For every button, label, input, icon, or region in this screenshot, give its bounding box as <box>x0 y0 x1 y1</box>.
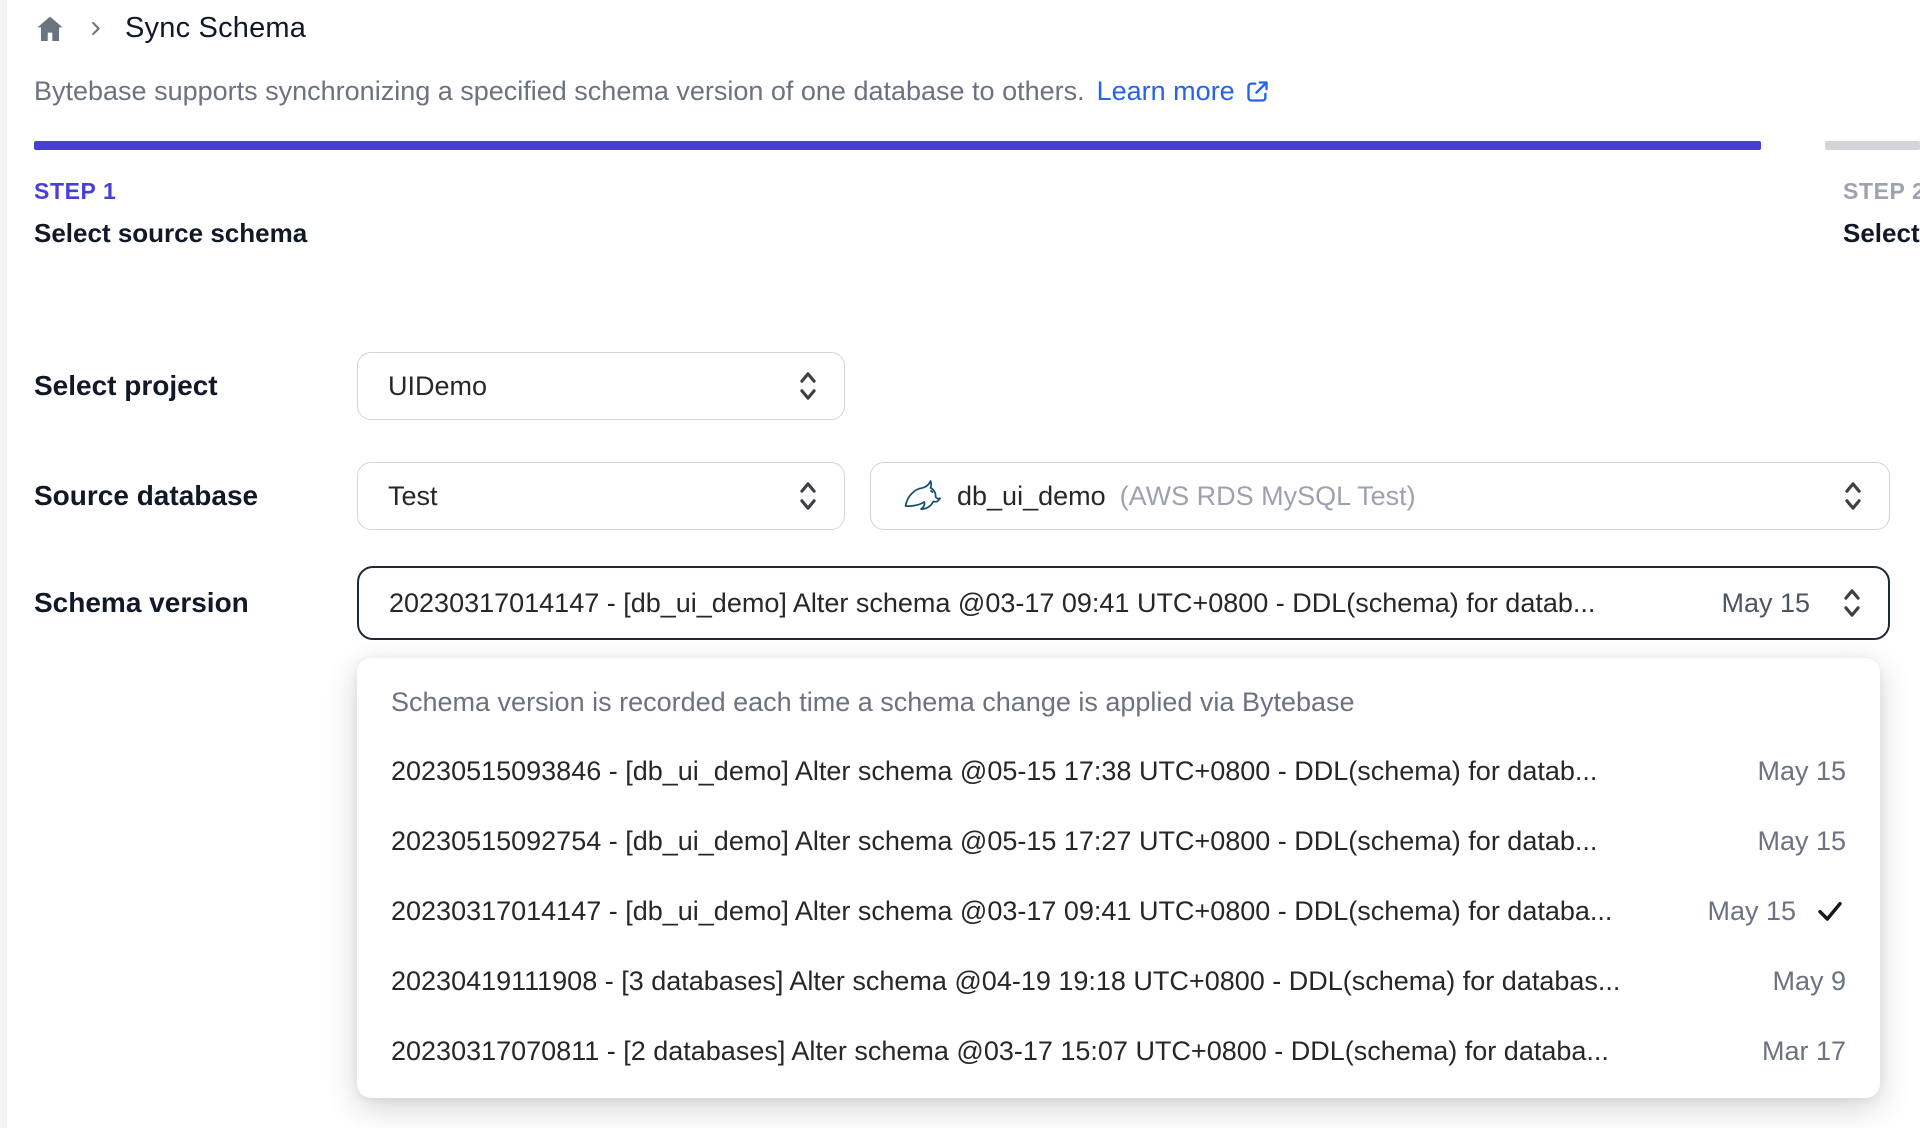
schema-version-option[interactable]: 20230317014147 - [db_ui_demo] Alter sche… <box>357 876 1880 946</box>
learn-more-label: Learn more <box>1096 76 1235 106</box>
step2-title: Select t <box>1843 218 1920 248</box>
learn-more-link[interactable]: Learn more <box>1097 76 1271 107</box>
chevron-up-down-icon <box>1838 479 1868 513</box>
home-icon[interactable] <box>34 13 66 45</box>
step1-progress-bar <box>34 141 1761 150</box>
schema-version-option[interactable]: 20230515092754 - [db_ui_demo] Alter sche… <box>357 806 1880 876</box>
option-text: 20230419111908 - [3 databases] Alter sch… <box>391 965 1621 996</box>
chevron-right-icon <box>86 19 105 38</box>
step2-progress-bar <box>1825 141 1920 150</box>
project-select-value: UIDemo <box>388 370 488 401</box>
environment-select-value: Test <box>388 480 438 511</box>
option-date: May 15 <box>1757 825 1846 856</box>
chevron-up-down-icon <box>793 369 823 403</box>
option-date: May 15 <box>1707 895 1796 926</box>
breadcrumb: Sync Schema <box>34 12 306 45</box>
check-icon <box>1814 895 1846 927</box>
content-left-edge <box>0 0 7 1128</box>
schema-version-dropdown: Schema version is recorded each time a s… <box>357 658 1880 1098</box>
chevron-up-down-icon <box>793 479 823 513</box>
schema-version-select[interactable]: 20230317014147 - [db_ui_demo] Alter sche… <box>357 566 1890 640</box>
select-project-row: Select project UIDemo <box>34 352 845 420</box>
option-date: May 9 <box>1772 965 1846 996</box>
source-database-label: Source database <box>34 480 259 511</box>
schema-version-hint: Schema version is recorded each time a s… <box>391 686 1355 717</box>
page-title: Sync Schema <box>125 12 307 44</box>
step1-label: STEP 1 <box>34 178 117 204</box>
option-date: Mar 17 <box>1761 1035 1846 1066</box>
chevron-up-down-icon <box>1837 586 1867 620</box>
option-text: 20230515092754 - [db_ui_demo] Alter sche… <box>391 825 1598 856</box>
schema-version-option[interactable]: 20230515093846 - [db_ui_demo] Alter sche… <box>357 736 1880 806</box>
project-select[interactable]: UIDemo <box>357 352 845 420</box>
schema-version-select-value: 20230317014147 - [db_ui_demo] Alter sche… <box>389 587 1596 618</box>
option-text: 20230515093846 - [db_ui_demo] Alter sche… <box>391 755 1598 786</box>
description-text: Bytebase supports synchronizing a specif… <box>34 76 1085 106</box>
database-select[interactable]: db_ui_demo (AWS RDS MySQL Test) <box>870 462 1890 530</box>
option-text: 20230317014147 - [db_ui_demo] Alter sche… <box>391 895 1613 926</box>
step2-header: STEP 2 Select t <box>1843 178 1920 249</box>
schema-version-select-date: May 15 <box>1721 587 1810 618</box>
step1-header: STEP 1 Select source schema <box>34 178 307 249</box>
option-text: 20230317070811 - [2 databases] Alter sch… <box>391 1035 1609 1066</box>
environment-select[interactable]: Test <box>357 462 845 530</box>
select-project-label: Select project <box>34 370 218 401</box>
schema-version-option[interactable]: 20230317070811 - [2 databases] Alter sch… <box>357 1016 1880 1086</box>
page-description: Bytebase supports synchronizing a specif… <box>34 76 1271 107</box>
source-database-row: Source database Test db_ui_demo (AWS RDS… <box>34 462 1890 530</box>
database-select-name: db_ui_demo <box>957 480 1106 511</box>
schema-version-options: 20230515093846 - [db_ui_demo] Alter sche… <box>357 736 1880 1086</box>
schema-version-option[interactable]: 20230419111908 - [3 databases] Alter sch… <box>357 946 1880 1016</box>
step1-title: Select source schema <box>34 218 308 248</box>
step2-label: STEP 2 <box>1843 178 1920 204</box>
schema-version-row: Schema version 20230317014147 - [db_ui_d… <box>34 566 1890 640</box>
external-link-icon <box>1247 81 1268 102</box>
mysql-dolphin-icon <box>901 477 941 515</box>
schema-version-label: Schema version <box>34 587 249 618</box>
option-date: May 15 <box>1757 755 1846 786</box>
database-select-detail: (AWS RDS MySQL Test) <box>1119 480 1416 511</box>
